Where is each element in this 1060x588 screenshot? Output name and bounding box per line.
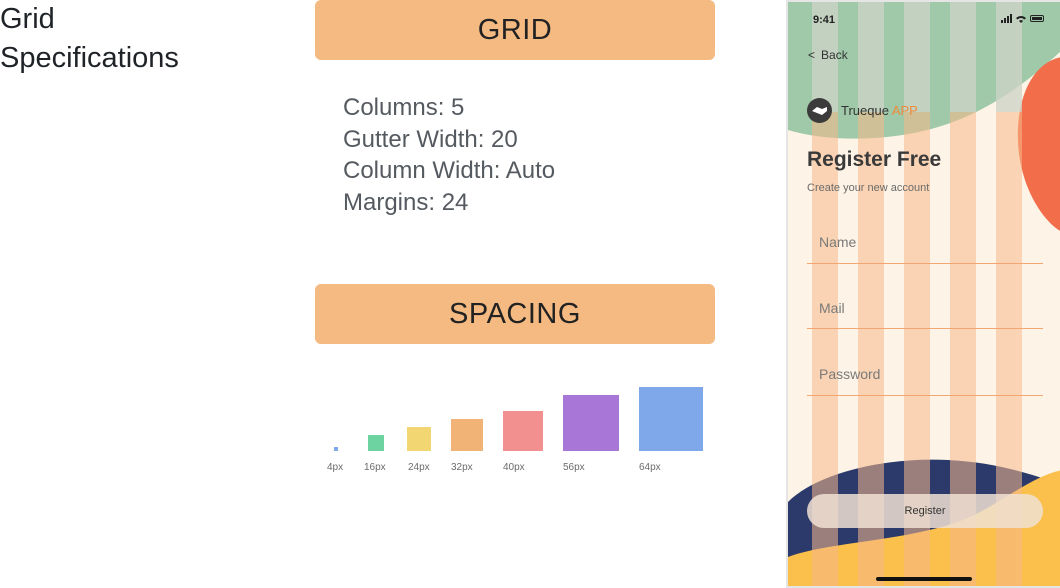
page-title: Grid Specifications — [0, 3, 179, 74]
spacing-label-32: 32px — [451, 462, 473, 473]
register-button[interactable]: Register — [807, 494, 1043, 528]
register-title: Register Free — [807, 148, 942, 171]
app-name-main: Trueque — [841, 103, 889, 118]
chevron-left-icon: < — [808, 48, 816, 62]
name-field-underline — [807, 263, 1043, 264]
spacing-label-40: 40px — [503, 462, 525, 473]
spacing-swatch-40 — [503, 411, 543, 451]
status-time: 9:41 — [813, 14, 836, 26]
spacing-swatch-56 — [563, 395, 619, 451]
battery-icon — [1030, 15, 1044, 22]
spacing-label-56: 56px — [563, 462, 585, 473]
grid-spec-margins: Margins: 24 — [343, 188, 469, 216]
status-icons — [1001, 14, 1044, 23]
name-field[interactable]: Name — [819, 234, 856, 250]
spacing-label-16: 16px — [364, 462, 386, 473]
back-button[interactable]: < Back — [808, 48, 848, 62]
password-field-underline — [807, 395, 1043, 396]
wifi-icon — [1016, 15, 1026, 23]
grid-section-header: GRID — [315, 0, 715, 60]
spacing-label-4: 4px — [327, 462, 344, 473]
grid-spec-column-width: Column Width: Auto — [343, 157, 556, 184]
app-logo — [807, 98, 832, 123]
spacing-swatch-4 — [334, 447, 338, 451]
spacing-label-64: 64px — [639, 462, 661, 473]
grid-spec-columns: Columns: 5 — [343, 94, 465, 121]
handshake-icon — [812, 107, 827, 115]
signal-icon — [1001, 14, 1012, 23]
app-name: Trueque APP — [841, 103, 918, 118]
grid-spec-list: Columns: 5 Gutter Width: 20 Column Width… — [343, 92, 555, 218]
mail-field[interactable]: Mail — [819, 300, 845, 316]
spacing-swatch-32 — [451, 419, 483, 451]
back-label: Back — [821, 48, 848, 62]
spacing-label-24: 24px — [408, 462, 430, 473]
phone-mockup: 9:41 < Back Trueque APP Register Free Cr… — [786, 0, 1060, 588]
password-field[interactable]: Password — [819, 366, 880, 382]
spacing-swatch-24 — [407, 427, 431, 451]
spacing-swatch-64 — [639, 387, 703, 451]
spacing-swatch-16 — [368, 435, 384, 451]
register-subtitle: Create your new account — [807, 182, 930, 194]
grid-spec-gutter: Gutter Width: 20 — [343, 125, 518, 153]
app-name-accent: APP — [891, 103, 918, 118]
spacing-section-header: SPACING — [315, 284, 715, 344]
mail-field-underline — [807, 328, 1043, 329]
home-indicator — [876, 577, 972, 581]
